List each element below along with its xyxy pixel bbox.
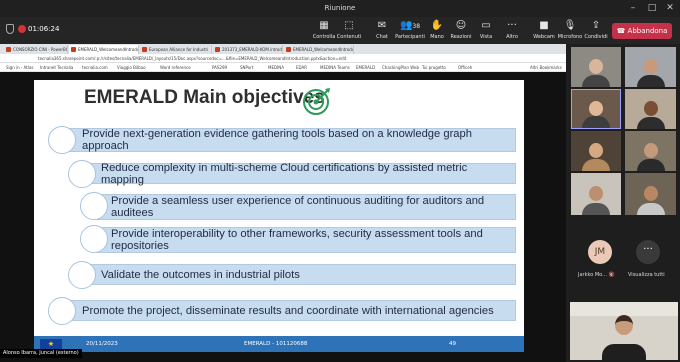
browser-tab[interactable]: EMERALD_WelcomeandIntrodu [69, 45, 139, 54]
browser-tab[interactable]: EMERALD_WelcomeandIntrodu [284, 45, 354, 54]
more-participants-icon[interactable]: ··· [636, 240, 660, 264]
objective-text: Provide next-generation evidence gatheri… [82, 128, 472, 152]
contenuti-button[interactable]: ⬚ Contenuti [332, 19, 366, 40]
window-title-bar: Riunione – □ ✕ [0, 0, 680, 17]
bookmark-item[interactable]: MEDINA [268, 65, 284, 70]
participant-video-tile[interactable] [571, 89, 621, 129]
footer-date: 20/11/2023 [86, 341, 118, 347]
bookmark-item[interactable]: Word reference [160, 65, 191, 70]
footer-project: EMERALD - 101120688 [244, 341, 308, 347]
footer-page-number: 49 [449, 341, 456, 347]
url-text: tecnalia365.sharepoint.com/:p:/r/sites/t… [38, 56, 347, 61]
browser-tab[interactable]: European Alliance for Industri [140, 45, 212, 54]
bookmarks-bar: Sign in - Atlas Intranet Tecnalia tecnal… [0, 63, 566, 72]
meeting-timer: 01:06:24 [28, 25, 60, 33]
bookmark-item[interactable]: SNPort [240, 65, 253, 70]
slide-footer: ★ 20/11/2023 EMERALD - 101120688 49 [34, 336, 524, 352]
objective-bullet [68, 261, 96, 289]
window-title: Riunione [324, 4, 356, 12]
view-all-link[interactable]: Visualizza tutti [628, 272, 665, 278]
mic-off-icon: 🔇 [608, 272, 615, 278]
slide-title: EMERALD Main objectives [84, 87, 325, 108]
bookmark-item[interactable]: Altri Bookmarks [530, 65, 562, 70]
participant-name: Jarkko Mo... [578, 272, 607, 278]
meeting-toolbar: 01:06:24 ▦ Controlla ⬚ Contenuti ✉ Chat … [0, 17, 680, 44]
objective-text: Validate the outcomes in industrial pilo… [101, 268, 300, 281]
recording-icon [18, 25, 26, 33]
objective-text: Reduce complexity in multi-scheme Cloud … [101, 161, 468, 186]
objective-text: Promote the project, disseminate results… [82, 304, 494, 317]
objective-bullet [48, 297, 76, 325]
phone-icon: ☎ [616, 27, 626, 35]
objective-bullet [80, 225, 108, 253]
browser-tab[interactable]: CONSORZIO CINI - PowerBI [4, 45, 68, 54]
bookmark-item[interactable]: ChackingPlan Web [382, 65, 419, 70]
presenter-label: Alonso Ibarra, Juncal (esterno) [0, 349, 82, 358]
objective-bullet [68, 160, 96, 188]
target-icon [303, 88, 330, 115]
bookmark-item[interactable]: Tui progetto [422, 65, 446, 70]
minimize-icon[interactable]: – [627, 2, 639, 14]
bookmark-item[interactable]: Viaggio Bilbao [117, 65, 146, 70]
people-icon: 👥 [399, 20, 413, 31]
shield-icon [6, 24, 14, 34]
objective-bullet [48, 126, 76, 154]
objective-bar: Promote the project, disseminate results… [66, 300, 516, 321]
close-icon[interactable]: ✕ [664, 2, 676, 14]
participant-video-tile[interactable] [625, 47, 676, 87]
bookmark-item[interactable]: MEDINA Teams [320, 65, 350, 70]
participant-video-tile[interactable] [625, 89, 676, 129]
bookmark-item[interactable]: Intranet Tecnalia [40, 65, 73, 70]
bookmark-item[interactable]: PAS299 [212, 65, 227, 70]
objective-text: Provide a seamless user experience of co… [111, 195, 485, 219]
bookmark-item[interactable]: EMERALD [356, 65, 375, 70]
objective-bar: Provide a seamless user experience of co… [96, 194, 516, 220]
participant-video-tile[interactable] [625, 131, 676, 171]
objective-bullet [80, 192, 108, 220]
bookmark-item[interactable]: Sign in - Atlas [6, 65, 34, 70]
bookmark-item[interactable]: Officeh [458, 65, 472, 70]
participant-video-tile[interactable] [625, 173, 676, 215]
bookmark-item[interactable]: tecnalia.com [82, 65, 108, 70]
objective-text: Provide interoperability to other framew… [111, 228, 483, 252]
share-up-icon: ⇪ [591, 20, 601, 31]
participant-video-tile[interactable] [571, 173, 621, 215]
browser-tab-strip: CONSORZIO CINI - PowerBI EMERALD_Welcome… [0, 44, 566, 54]
share-screen-button[interactable]: ⇪ Condividi [579, 19, 613, 40]
more-button[interactable]: ··· Altro [495, 19, 529, 40]
objective-bar: Provide next-generation evidence gatheri… [66, 128, 516, 152]
browser-tab[interactable]: 201373_EMERALD-KOM introdu [213, 45, 283, 54]
maximize-icon[interactable]: □ [646, 2, 658, 14]
shared-screen: CONSORZIO CINI - PowerBI EMERALD_Welcome… [0, 44, 566, 362]
leave-button[interactable]: ☎ Abbandona [612, 23, 672, 39]
share-icon: ⬚ [344, 20, 354, 31]
avatar[interactable]: JM [588, 240, 612, 264]
objective-bar: Reduce complexity in multi-scheme Cloud … [84, 161, 516, 186]
objective-bar: Validate the outcomes in industrial pilo… [84, 264, 516, 285]
bookmark-item[interactable]: EDAR [296, 65, 307, 70]
address-bar[interactable]: tecnalia365.sharepoint.com/:p:/r/sites/t… [0, 54, 566, 63]
presentation-slide: EMERALD Main objectives Provide next-gen… [34, 80, 524, 352]
participants-count: 38 [412, 23, 421, 30]
more-icon: ··· [507, 20, 517, 31]
participant-video-tile[interactable] [571, 47, 621, 87]
self-view-video[interactable] [570, 302, 678, 360]
participant-video-tile[interactable] [571, 131, 621, 171]
objective-bar: Provide interoperability to other framew… [96, 227, 516, 253]
